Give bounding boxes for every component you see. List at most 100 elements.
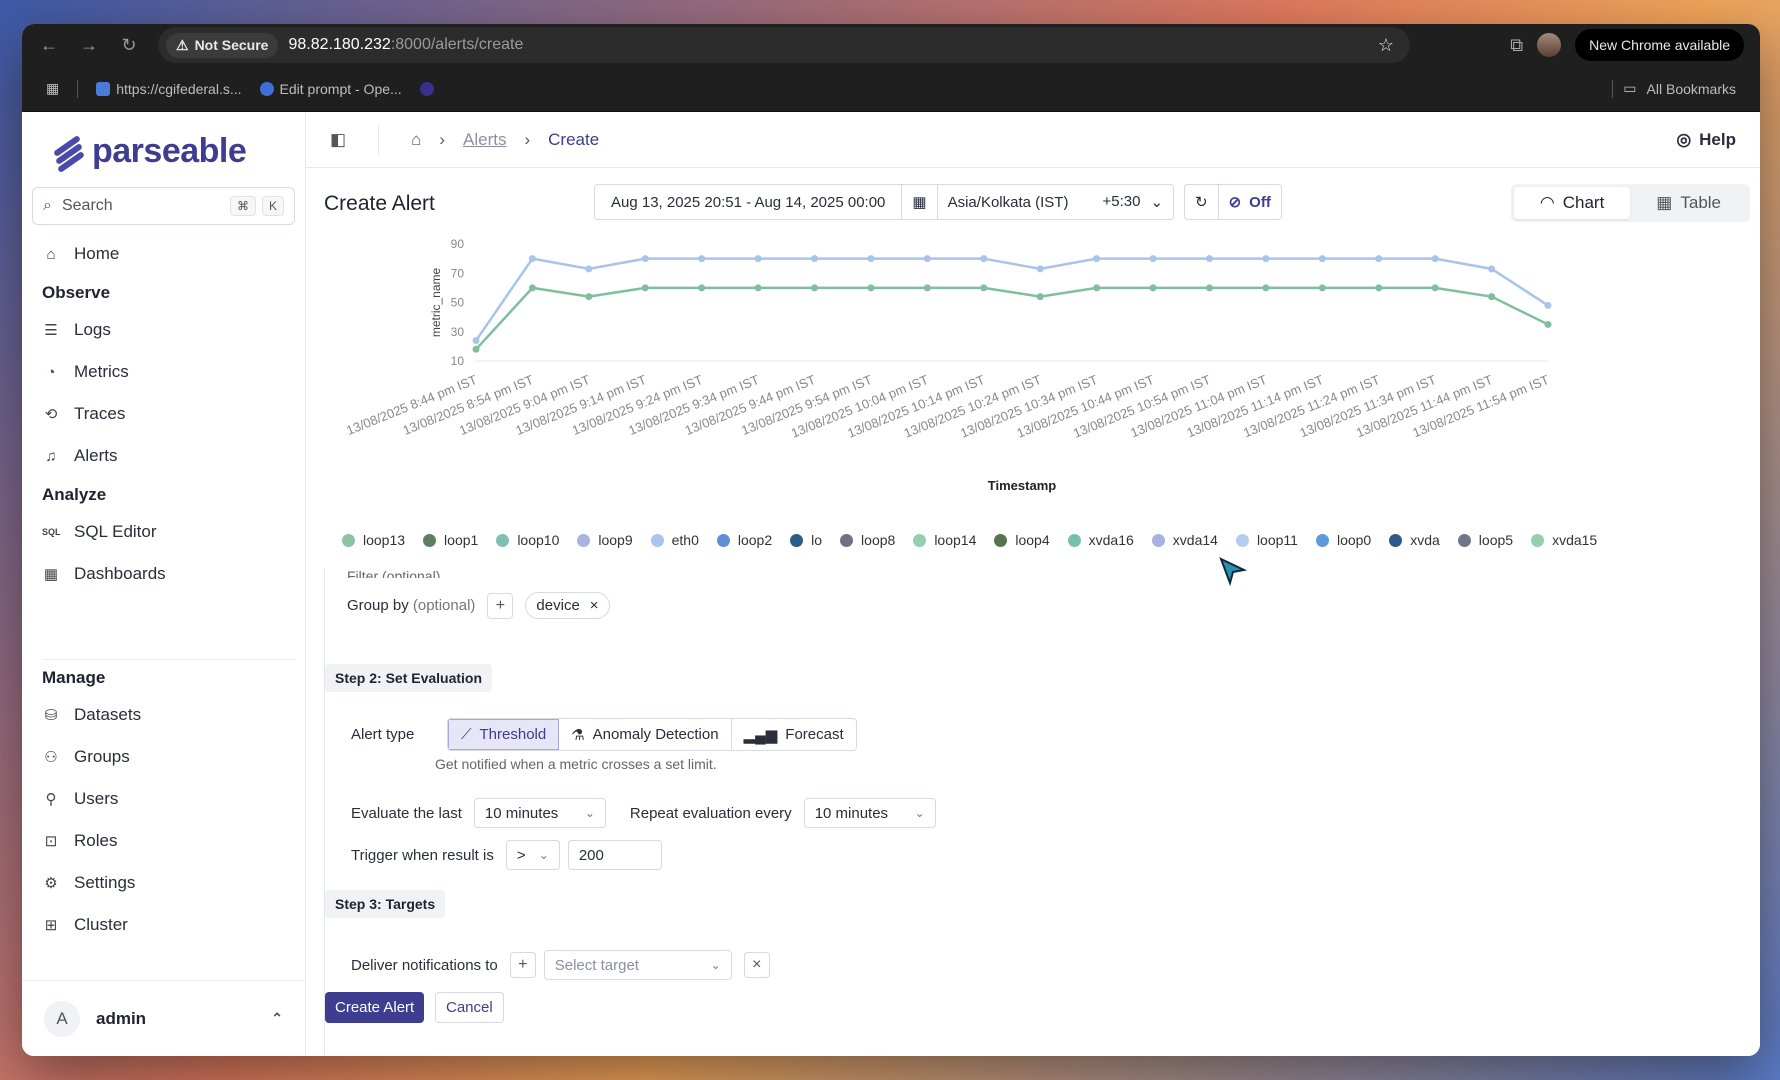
close-icon[interactable]: × xyxy=(590,597,599,614)
sidebar-item-label: SQL Editor xyxy=(74,522,157,541)
legend-swatch xyxy=(1315,533,1329,547)
timezone-select[interactable]: Asia/Kolkata (IST) +5:30 ⌄ xyxy=(938,185,1173,219)
trigger-value-input[interactable]: 200 xyxy=(567,840,662,870)
data-point xyxy=(754,284,762,292)
sidebar-item-cluster[interactable]: ⊞ Cluster xyxy=(32,904,295,946)
calendar-icon[interactable]: ▦ xyxy=(902,185,938,219)
y-tick-label: 50 xyxy=(451,296,465,310)
sidebar-item-label: Logs xyxy=(74,320,111,339)
app-logo[interactable]: parseable xyxy=(32,126,295,187)
sidebar-item-groups[interactable]: ⚇ Groups xyxy=(32,736,295,778)
legend-item[interactable]: xvda14 xyxy=(1151,532,1218,548)
alert-type-threshold[interactable]: ⟋ Threshold xyxy=(448,719,560,750)
sidebar-item-metrics[interactable]: ◔ Metrics xyxy=(32,351,295,393)
repeat-interval-select[interactable]: 10 minutes ⌄ xyxy=(803,798,936,828)
sidebar-item-traces[interactable]: ⟲ Traces xyxy=(32,393,295,435)
legend-swatch xyxy=(650,533,664,547)
extensions-icon[interactable]: ⧉ xyxy=(1510,35,1523,56)
data-point xyxy=(1318,284,1326,292)
legend-item[interactable]: xvda16 xyxy=(1067,532,1134,548)
security-chip[interactable]: ⚠ Not Secure xyxy=(166,32,279,58)
sql-icon: SQL xyxy=(42,527,61,537)
create-alert-button[interactable]: Create Alert xyxy=(325,992,425,1023)
sidebar-item-settings[interactable]: ⚙ Settings xyxy=(32,862,295,904)
page-content: Create Alert Aug 13, 2025 20:51 - Aug 14… xyxy=(306,168,1760,1056)
reload-icon[interactable]: ↻ xyxy=(118,35,140,56)
add-group-by-button[interactable]: + xyxy=(487,592,514,619)
data-point xyxy=(1544,320,1552,328)
legend-item[interactable]: loop9 xyxy=(577,532,633,548)
date-range-button[interactable]: Aug 13, 2025 20:51 - Aug 14, 2025 00:00 xyxy=(595,185,903,219)
group-by-text: Group by xyxy=(347,597,409,614)
refresh-icon[interactable]: ↻ xyxy=(1185,185,1219,219)
profile-avatar[interactable] xyxy=(1537,33,1562,57)
bookmark-star-icon[interactable]: ☆ xyxy=(1378,35,1402,56)
sidebar-item-logs[interactable]: ☰ Logs xyxy=(32,309,295,351)
legend-item[interactable]: loop1 xyxy=(423,532,478,548)
tab-chart[interactable]: ◠ Chart xyxy=(1513,187,1631,219)
sidebar-toggle-icon[interactable]: ◧ xyxy=(330,130,346,150)
legend-item[interactable]: loop11 xyxy=(1235,532,1298,548)
legend-swatch xyxy=(423,533,437,547)
alert-type-forecast[interactable]: ▂▄▆ Forecast xyxy=(731,719,856,750)
user-menu[interactable]: A admin ⌃ xyxy=(22,980,305,1056)
auto-refresh-toggle[interactable]: ⊘ Off xyxy=(1219,185,1281,219)
y-tick-label: 90 xyxy=(451,237,465,251)
url-host: 98.82.180.232 xyxy=(288,36,391,53)
trigger-operator-select[interactable]: > ⌄ xyxy=(505,840,560,870)
legend-item[interactable]: loop14 xyxy=(913,532,976,548)
legend-item[interactable]: loop5 xyxy=(1457,532,1513,548)
legend-swatch xyxy=(790,533,804,547)
sidebar-item-sql-editor[interactable]: SQL SQL Editor xyxy=(32,511,295,553)
add-target-button[interactable]: + xyxy=(509,952,536,978)
legend-item[interactable]: loop0 xyxy=(1315,532,1371,548)
search-input[interactable]: ⌕ Search ⌘ K xyxy=(32,187,295,225)
legend-item[interactable]: loop4 xyxy=(994,532,1050,548)
sidebar-item-roles[interactable]: ⊡ Roles xyxy=(32,820,295,862)
help-button[interactable]: ◎ Help xyxy=(1676,130,1736,150)
bookmark-item[interactable] xyxy=(419,81,434,96)
evaluate-window-select[interactable]: 10 minutes ⌄ xyxy=(473,798,606,828)
trigger-row: Trigger when result is > ⌄ 200 xyxy=(351,840,662,870)
tab-table[interactable]: ▦ Table xyxy=(1630,187,1747,219)
alert-type-anomaly[interactable]: ⚗ Anomaly Detection xyxy=(559,719,732,750)
sidebar-item-dashboards[interactable]: ▦ Dashboards xyxy=(32,553,295,595)
sidebar-item-label: Alerts xyxy=(74,446,118,465)
apps-icon[interactable]: ▦ xyxy=(46,80,59,97)
cmd-key: ⌘ xyxy=(229,196,256,216)
chrome-update-button[interactable]: New Chrome available xyxy=(1575,29,1744,61)
remove-target-button[interactable]: × xyxy=(743,952,770,978)
bookmarks-divider xyxy=(77,79,79,98)
sidebar-item-alerts[interactable]: ♫ Alerts xyxy=(32,435,295,477)
chevron-down-icon: ⌄ xyxy=(710,958,721,972)
cancel-button[interactable]: Cancel xyxy=(435,992,504,1023)
legend-item[interactable]: lo xyxy=(790,532,822,548)
sidebar-item-datasets[interactable]: ⛁ Datasets xyxy=(32,694,295,736)
data-point xyxy=(754,255,762,263)
forward-icon[interactable]: → xyxy=(78,35,100,56)
bookmark-item[interactable]: https://cgifederal.s... xyxy=(96,81,242,97)
dashboard-icon: ▦ xyxy=(43,566,59,583)
legend-item[interactable]: xvda15 xyxy=(1531,532,1597,548)
bookmark-item[interactable]: Edit prompt - Ope... xyxy=(259,81,402,97)
legend-item[interactable]: loop10 xyxy=(496,532,559,548)
legend-item[interactable]: eth0 xyxy=(650,532,699,548)
search-placeholder: Search xyxy=(61,197,113,214)
sidebar-item-home[interactable]: ⌂ Home xyxy=(32,233,295,275)
url-text: 98.82.180.232:8000/alerts/create xyxy=(288,36,523,54)
legend-item[interactable]: loop2 xyxy=(716,532,772,548)
legend-item[interactable]: xvda xyxy=(1389,532,1440,548)
bar-chart-icon: ▂▄▆ xyxy=(743,726,778,744)
legend-item[interactable]: loop13 xyxy=(342,532,405,548)
all-bookmarks[interactable]: ▭ All Bookmarks xyxy=(1612,79,1736,98)
sidebar-item-users[interactable]: ⚲ Users xyxy=(32,778,295,820)
home-icon[interactable]: ⌂ xyxy=(411,130,421,150)
back-icon[interactable]: ← xyxy=(38,35,60,56)
data-point xyxy=(1262,255,1270,263)
data-point xyxy=(1488,293,1496,301)
legend-item[interactable]: loop8 xyxy=(840,532,895,548)
target-select[interactable]: Select target ⌄ xyxy=(543,950,732,980)
breadcrumb-alerts[interactable]: Alerts xyxy=(463,130,506,150)
folder-icon: ▭ xyxy=(1623,80,1637,96)
address-bar[interactable]: ⚠ Not Secure 98.82.180.232:8000/alerts/c… xyxy=(158,27,1410,63)
